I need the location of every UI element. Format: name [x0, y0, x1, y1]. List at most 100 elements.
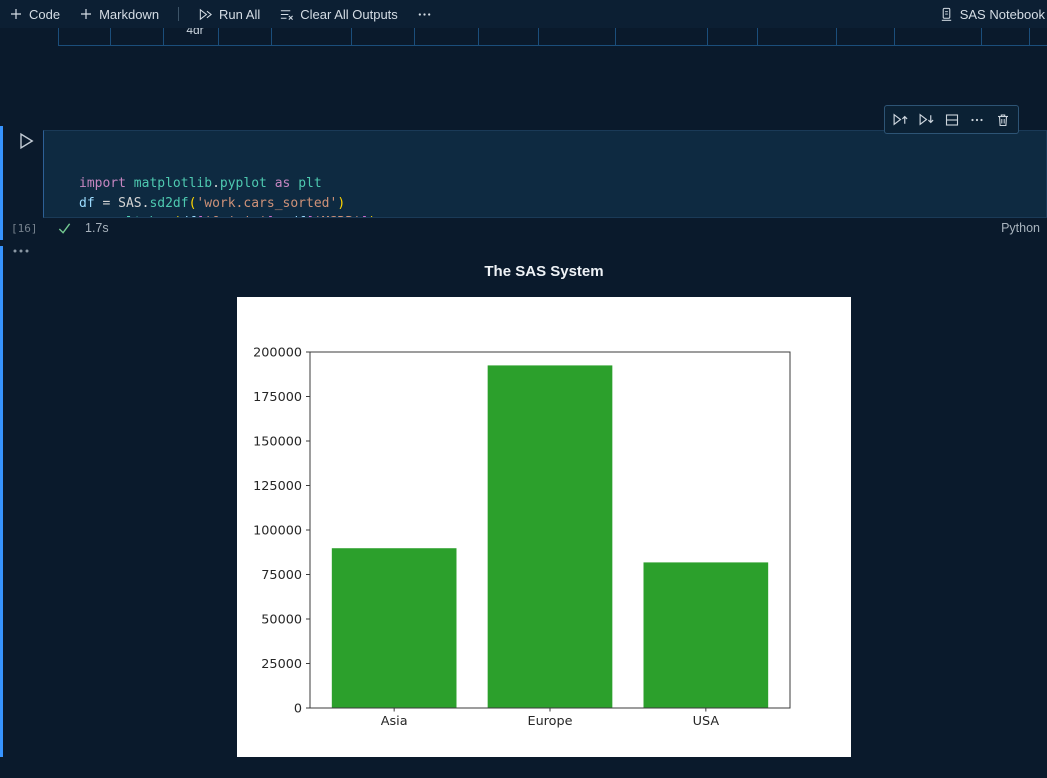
code-token: )	[337, 196, 345, 211]
table-output-fragment: 4dr	[58, 26, 1047, 46]
kernel-label: SAS Notebook	[960, 7, 1045, 22]
table-column-border	[163, 26, 164, 45]
table-column-border	[981, 26, 982, 45]
x-tick-label: USA	[693, 714, 720, 729]
clear-all-outputs-label: Clear All Outputs	[300, 7, 398, 22]
chart-bar	[488, 365, 613, 708]
code-editor[interactable]: import matplotlib.pyplot as pltdf = SAS.…	[43, 130, 1047, 218]
run-all-icon	[198, 7, 213, 22]
code-token: [	[306, 215, 314, 218]
output-menu-button[interactable]	[12, 247, 32, 257]
code-token: (	[173, 215, 181, 218]
code-token: SAS	[118, 196, 141, 211]
code-token: df	[181, 215, 197, 218]
table-column-border	[836, 26, 837, 45]
code-token: 'Origin'	[204, 215, 267, 218]
table-column-border	[615, 26, 616, 45]
code-token: )	[369, 215, 377, 218]
code-line[interactable]: import matplotlib.pyplot as plt	[79, 174, 1046, 194]
code-token: df	[290, 215, 306, 218]
run-cell-button[interactable]	[16, 131, 36, 151]
table-column-border	[707, 26, 708, 45]
table-column-border	[218, 26, 219, 45]
code-token: as	[275, 176, 291, 191]
code-line[interactable]: ax = plt.bar(df['Origin'], df['MSRP'])	[79, 213, 1046, 218]
run-all-button[interactable]: Run All	[198, 7, 260, 22]
bar-chart: 0 25000 50000 75000 100000 125000 150000 175000…	[237, 297, 851, 757]
toolbar-separator	[178, 7, 179, 21]
code-token: plt	[298, 176, 321, 191]
code-token: =	[95, 215, 118, 218]
y-tick-label: 175000	[253, 390, 302, 405]
kernel-picker-button[interactable]: SAS Notebook	[939, 7, 1045, 22]
notebook-window: 4dr Code Markdown Run All Clear	[0, 0, 1047, 778]
cell-focus-indicator	[0, 126, 3, 240]
y-tick-label: 75000	[261, 568, 302, 583]
more-actions-button[interactable]	[969, 111, 986, 128]
table-column-border	[414, 26, 415, 45]
add-code-label: Code	[29, 7, 60, 22]
y-tick-label: 25000	[261, 657, 302, 672]
code-line[interactable]: df = SAS.sd2df('work.cars_sorted')	[79, 194, 1046, 214]
output-title: The SAS System	[237, 263, 851, 280]
toolbar-more-button[interactable]	[417, 7, 432, 22]
code-token: .	[212, 176, 220, 191]
add-markdown-label: Markdown	[99, 7, 159, 22]
code-token: import	[79, 176, 134, 191]
output-focus-indicator	[0, 246, 3, 757]
chart-figure: 0 25000 50000 75000 100000 125000 150000 175000…	[237, 297, 851, 757]
table-column-border	[1029, 26, 1030, 45]
code-token	[290, 176, 298, 191]
table-column-border	[351, 26, 352, 45]
chart-bar	[644, 562, 769, 708]
code-token: 'MSRP'	[314, 215, 361, 218]
success-check-icon	[57, 221, 72, 236]
table-column-border	[894, 26, 895, 45]
execute-below-button[interactable]	[918, 111, 935, 128]
table-column-border	[110, 26, 111, 45]
y-tick-label: 125000	[253, 479, 302, 494]
clear-all-icon	[279, 7, 294, 22]
cell-toolbar	[884, 105, 1019, 134]
code-token: matplotlib	[134, 176, 212, 191]
y-tick-label: 150000	[253, 435, 302, 450]
plus-icon	[9, 7, 23, 21]
x-tick-label: Europe	[527, 714, 572, 729]
kernel-icon	[939, 7, 954, 22]
add-markdown-button[interactable]: Markdown	[79, 7, 159, 22]
split-cell-button[interactable]	[943, 111, 960, 128]
code-token: sd2df	[149, 196, 188, 211]
code-token: ax	[79, 215, 95, 218]
y-tick-label: 200000	[253, 346, 302, 361]
execution-count: [16]	[11, 222, 38, 235]
y-tick-label: 50000	[261, 613, 302, 628]
code-token: bar	[149, 215, 172, 218]
code-token: df	[79, 196, 95, 211]
run-all-label: Run All	[219, 7, 260, 22]
y-tick-label: 100000	[253, 524, 302, 539]
code-token: ]	[267, 215, 275, 218]
code-lines: import matplotlib.pyplot as pltdf = SAS.…	[79, 174, 1046, 218]
y-tick-label: 0	[294, 702, 302, 717]
x-tick-label: Asia	[381, 714, 408, 729]
code-token: 'work.cars_sorted'	[196, 196, 337, 211]
ellipsis-icon	[417, 7, 432, 22]
table-column-border	[271, 26, 272, 45]
execute-above-button[interactable]	[892, 111, 909, 128]
chart-bar	[332, 548, 457, 708]
plus-icon	[79, 7, 93, 21]
execution-duration: 1.7s	[85, 221, 109, 235]
notebook-toolbar: Code Markdown Run All Clear All Outputs	[0, 0, 1047, 28]
code-token: plt	[118, 215, 141, 218]
add-code-button[interactable]: Code	[9, 7, 60, 22]
code-token	[267, 176, 275, 191]
delete-cell-button[interactable]	[994, 111, 1011, 128]
language-picker[interactable]: Python	[1001, 221, 1040, 235]
table-column-border	[478, 26, 479, 45]
code-token: pyplot	[220, 176, 267, 191]
table-column-border	[757, 26, 758, 45]
code-token: ]	[361, 215, 369, 218]
clear-all-outputs-button[interactable]: Clear All Outputs	[279, 7, 398, 22]
code-token: ,	[275, 215, 291, 218]
code-token: =	[95, 196, 118, 211]
